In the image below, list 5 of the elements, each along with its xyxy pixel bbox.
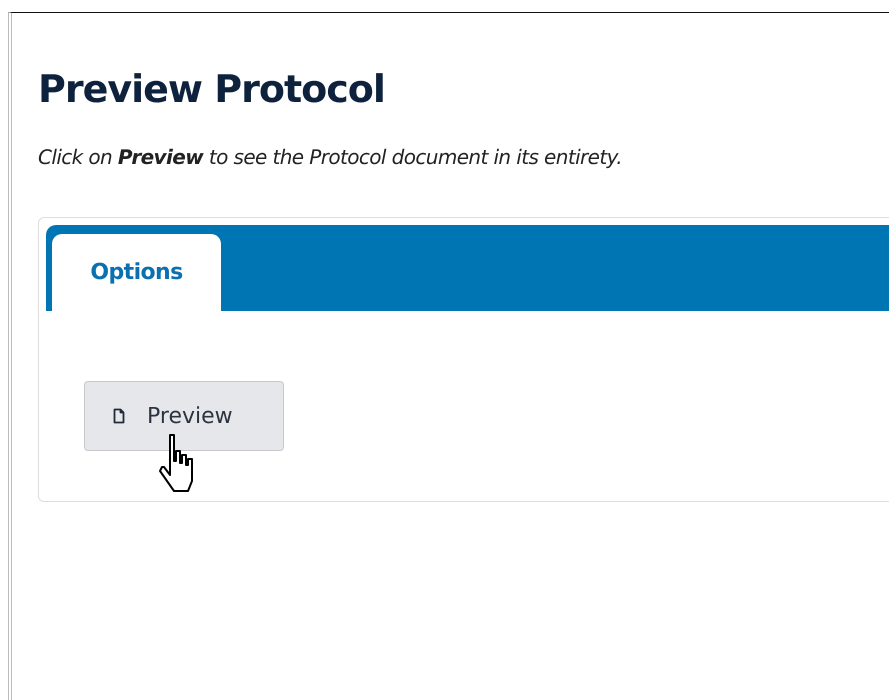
page-title: Preview Protocol: [38, 67, 386, 111]
preview-button[interactable]: Preview: [84, 381, 284, 451]
document-icon: [113, 408, 125, 424]
options-tab[interactable]: Options: [52, 234, 221, 311]
instruction-text: Click on Preview to see the Protocol document in its entirety.: [38, 145, 624, 169]
